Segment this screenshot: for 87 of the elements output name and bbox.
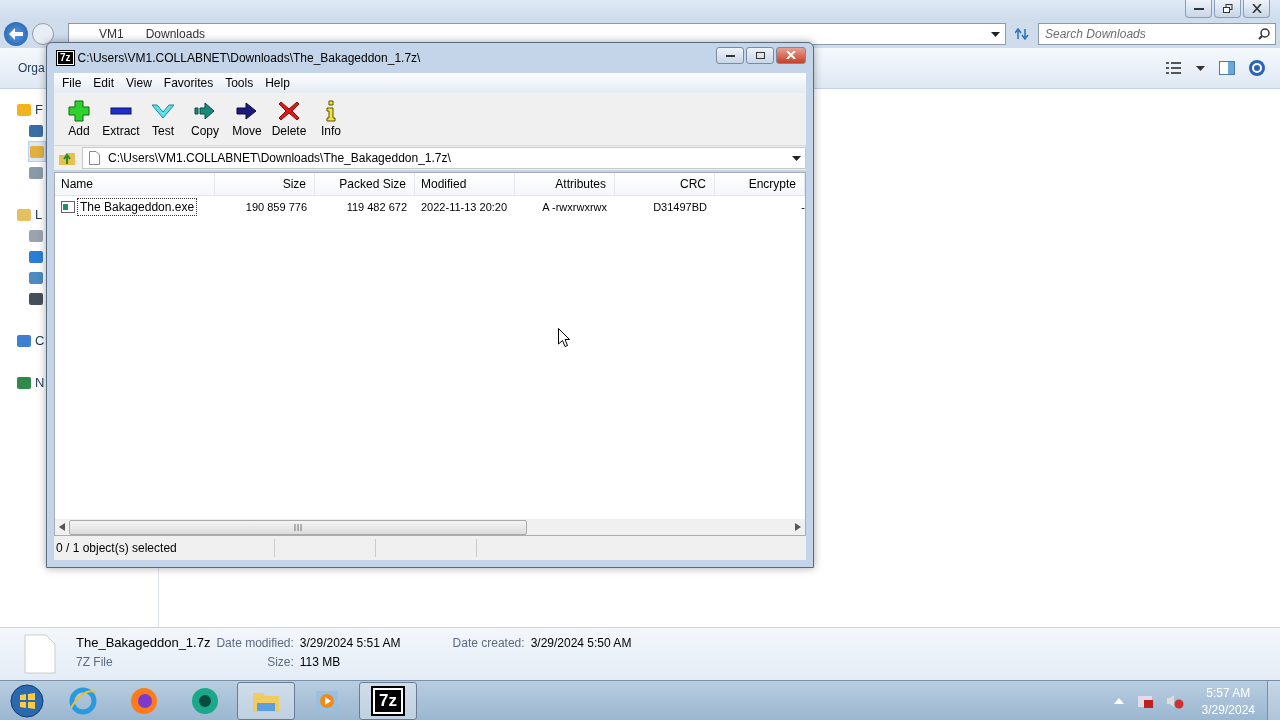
menu-item[interactable]: Edit [87, 76, 121, 90]
back-arrow-icon [9, 28, 23, 40]
dropdown-icon[interactable] [792, 155, 801, 161]
dropdown-icon[interactable] [1196, 65, 1205, 71]
breadcrumb[interactable]: Downloads [145, 27, 206, 41]
app-logo: 7z [373, 688, 403, 714]
nav-item[interactable]: F [16, 99, 43, 120]
column-header[interactable]: Modified [415, 173, 515, 195]
toolbar-label[interactable]: Orga [18, 61, 45, 75]
menu-item[interactable]: Help [259, 76, 296, 90]
arrow-icon [235, 100, 259, 122]
toolbar-button[interactable]: Delete [268, 100, 310, 138]
minimize-icon [725, 53, 735, 57]
table-cell: 2022-11-13 20:20 [421, 201, 508, 213]
restore-icon [1222, 4, 1233, 13]
path-field[interactable]: C:\Users\VM1.COLLABNET\Downloads\The_Bakageddon_1.7z\ [82, 147, 806, 169]
detail-value: 113 MB [299, 654, 342, 669]
file-icon [24, 634, 56, 674]
toolbar-button[interactable]: Info [310, 100, 352, 138]
scroll-right-icon[interactable] [795, 523, 801, 531]
close-icon [1251, 4, 1262, 13]
nav-item[interactable]: L [16, 204, 43, 225]
volume-muted-icon[interactable] [1165, 693, 1184, 709]
window-title: C:\Users\VM1.COLLABNET\Downloads\The_Bakageddon_1.7z\ [77, 51, 421, 65]
detail-label: Date created: [452, 635, 525, 650]
menu-item[interactable]: Favorites [157, 76, 220, 90]
column-header[interactable]: Size [215, 173, 315, 195]
address-bar[interactable]: VM1 Downloads [68, 23, 1006, 45]
taskbar-app[interactable] [237, 682, 295, 720]
detail-value: 3/29/2024 5:50 AM [530, 635, 632, 650]
toolbar-button[interactable]: Extract [100, 100, 142, 138]
folder-up-icon[interactable] [58, 150, 76, 166]
menu-item[interactable]: File [56, 76, 88, 90]
network-error-icon[interactable] [1135, 693, 1154, 709]
scroll-left-icon[interactable] [59, 523, 65, 531]
globe-icon [68, 686, 98, 716]
table-cell: 190 859 776 [245, 201, 307, 213]
maximize-icon [755, 51, 765, 59]
detail-label: Size: [266, 654, 294, 669]
breadcrumb[interactable]: VM1 [99, 27, 124, 41]
executable-icon [61, 201, 75, 213]
detail-label: Date modified: [216, 635, 294, 650]
column-header[interactable]: Packed Size [315, 173, 415, 195]
preview-pane-icon[interactable] [1219, 61, 1235, 75]
file-name[interactable]: The Bakageddon.exe [77, 198, 198, 216]
maximize-button[interactable] [746, 46, 774, 64]
app-logo: 7z [57, 51, 74, 65]
grip-icon [294, 524, 302, 531]
arrow-icon [193, 100, 217, 122]
close-icon [786, 51, 796, 59]
nav-item[interactable]: N [16, 372, 45, 393]
toolbar-button[interactable]: Test [142, 100, 184, 138]
column-header[interactable]: Encrypte [715, 173, 805, 195]
cursor-icon [558, 328, 570, 348]
search-field[interactable]: Search Downloads [1038, 23, 1276, 45]
view-list-icon[interactable] [1166, 61, 1182, 75]
nav-item[interactable]: C [16, 330, 45, 351]
file-name: The_Bakageddon_1.7z [76, 635, 211, 650]
file-icon [89, 151, 100, 165]
back-button[interactable] [4, 22, 28, 46]
column-header[interactable]: Name [55, 173, 215, 195]
close-button[interactable] [1243, 0, 1270, 18]
column-header[interactable]: CRC [615, 173, 715, 195]
cross-icon [277, 100, 301, 122]
taskbar-app[interactable]: 7z [359, 682, 417, 720]
horizontal-scrollbar[interactable] [55, 519, 805, 535]
toolbar-button[interactable]: Copy [184, 100, 226, 138]
toolbar-button[interactable]: Add [58, 100, 100, 138]
toolbar-button[interactable]: Move [226, 100, 268, 138]
file-type: 7Z File [76, 655, 114, 669]
table-cell: A -rwxrwxrwx [542, 201, 607, 213]
table-cell: D31497BD [653, 201, 707, 213]
minimize-button[interactable] [1185, 0, 1212, 18]
column-header[interactable]: Attributes [515, 173, 615, 195]
detail-value: 3/29/2024 5:51 AM [299, 635, 401, 650]
menu-item[interactable]: Tools [219, 76, 260, 90]
minimize-button[interactable] [716, 46, 744, 64]
plus-icon [67, 100, 91, 122]
table-cell: 119 482 672 [346, 201, 407, 213]
refresh-icon [1015, 28, 1029, 40]
table-cell: - [801, 201, 805, 213]
status-text: 0 / 1 object(s) selected [55, 541, 178, 555]
dropdown-icon[interactable] [991, 31, 1000, 37]
search-icon [1258, 28, 1270, 40]
restore-button[interactable] [1214, 0, 1241, 18]
menu-item[interactable]: View [120, 76, 158, 90]
close-button[interactable] [776, 46, 806, 64]
